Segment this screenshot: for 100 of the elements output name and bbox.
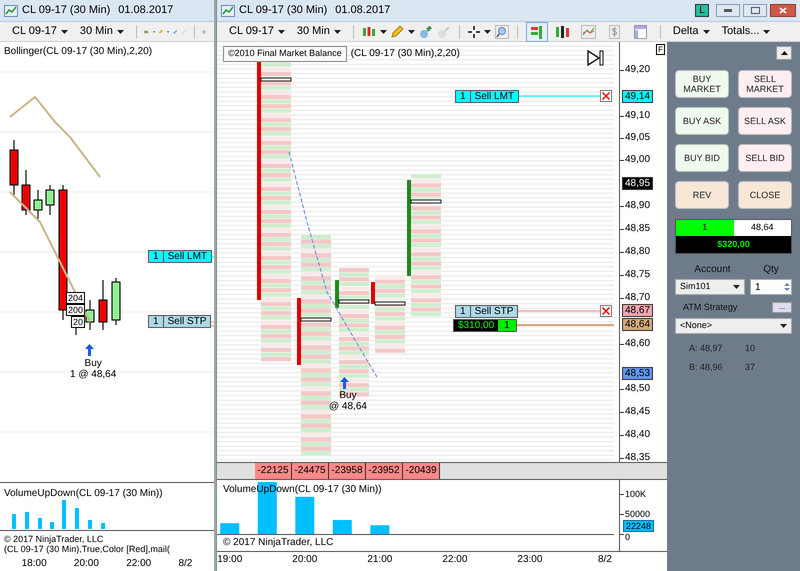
spinner-arrows-icon xyxy=(783,281,791,293)
up-arrow-icon xyxy=(340,377,349,389)
quote-size: 10 xyxy=(745,342,756,354)
cancel-order-icon[interactable] xyxy=(600,305,612,317)
qty-spinner[interactable]: 1 xyxy=(750,279,792,295)
caret-icon xyxy=(780,324,787,328)
order-marker[interactable]: 1 Sell STP xyxy=(148,315,212,328)
volume-axis-label: 100K xyxy=(625,489,646,499)
order-button[interactable]: SELL BID xyxy=(738,144,792,172)
price-label: 49,05 xyxy=(625,132,650,143)
order-button[interactable]: REV xyxy=(675,181,729,209)
time-label: 22:00 xyxy=(126,557,152,571)
volume-label: 200 xyxy=(66,304,86,316)
order-quantity: 1 xyxy=(456,91,471,102)
indicator-label: VolumeUpDown(CL 09-17 (30 Min)) xyxy=(4,487,163,501)
order-marker[interactable]: 1 Sell STP xyxy=(455,305,518,318)
volume-bar xyxy=(75,508,79,529)
up-triangle-icon xyxy=(780,51,788,55)
window-date: 01.08.2017 xyxy=(118,3,174,18)
period-dropdown[interactable]: 30 Min xyxy=(292,23,345,40)
price-label: 48,60 xyxy=(625,338,650,349)
magnifier-icon[interactable] xyxy=(494,24,509,38)
maximize-button[interactable] xyxy=(743,4,767,17)
up-arrow-icon xyxy=(85,344,94,356)
price-marker: 48,64 xyxy=(622,318,654,331)
order-button[interactable]: BUY ASK xyxy=(675,107,729,135)
caret-icon xyxy=(116,30,124,34)
period-dropdown[interactable]: 30 Min xyxy=(76,23,128,40)
candle xyxy=(46,184,54,216)
order-label: Sell LMT xyxy=(166,251,208,262)
order-quantity: 1 xyxy=(456,306,471,317)
candles-icon[interactable] xyxy=(362,26,376,38)
volume-bar xyxy=(101,523,105,529)
pencil-icon[interactable] xyxy=(390,25,404,38)
instrument-dropdown[interactable]: CL 09-17 xyxy=(8,23,72,40)
close-button[interactable] xyxy=(770,4,796,17)
status-badge: L xyxy=(695,4,709,17)
order-marker[interactable]: 1 Sell LMT xyxy=(148,250,212,263)
delta-cell: -22125 xyxy=(255,463,292,479)
window-title: CL 09-17 (30 Min) xyxy=(22,3,110,18)
atm-strategy-select[interactable]: <None> xyxy=(675,318,792,334)
indicator-label: Bollinger(CL 09-17 (30 Min),2,20) xyxy=(4,45,152,59)
account-select[interactable]: Sim101 xyxy=(675,279,745,295)
indicator-label: (CL 09-17 (30 Min),True,Color [Red],mail( xyxy=(4,544,171,554)
volume-bar xyxy=(332,520,352,534)
collapse-button[interactable] xyxy=(776,46,792,60)
order-button[interactable]: BUY BID xyxy=(675,144,729,172)
caret-icon xyxy=(733,285,740,289)
zoom-icon[interactable] xyxy=(418,24,433,38)
cancel-order-icon[interactable] xyxy=(600,90,612,102)
time-label: 20:00 xyxy=(74,557,99,571)
order-button[interactable]: CLOSE xyxy=(738,181,792,209)
price-marker: 48,67 xyxy=(622,304,654,317)
instrument-dropdown[interactable]: CL 09-17 xyxy=(225,23,289,40)
price-marker: 49,14 xyxy=(622,90,654,103)
volume-axis-label: 50000 xyxy=(625,509,650,519)
volume-bar xyxy=(220,523,240,534)
order-marker[interactable]: 1 Sell LMT xyxy=(455,90,520,103)
candle xyxy=(34,190,42,220)
volume-bar xyxy=(38,518,42,529)
f-toggle[interactable]: F xyxy=(656,44,665,55)
skip-forward-icon[interactable] xyxy=(587,50,605,66)
price-label: 48,80 xyxy=(625,246,650,257)
order-label: Sell LMT xyxy=(474,91,516,102)
volume-bar xyxy=(370,525,390,534)
volume-marker: 22248 xyxy=(623,520,654,532)
copyright-text: © 2017 NinjaTrader, LLC xyxy=(223,537,334,548)
fill-price: 1 @ 48,64 xyxy=(70,369,116,380)
order-button[interactable]: BUY MARKET xyxy=(675,70,729,98)
time-label: 18:00 xyxy=(22,557,47,571)
price-label: 48,45 xyxy=(625,406,650,417)
crosshair-icon[interactable] xyxy=(468,26,480,38)
order-label: Sell STP xyxy=(474,306,514,317)
time-label: 19:00 xyxy=(217,554,242,566)
minimize-button[interactable] xyxy=(716,4,740,17)
time-label: 21:00 xyxy=(367,554,392,566)
caret-icon xyxy=(334,30,341,34)
order-button[interactable]: SELL MARKET xyxy=(738,70,792,98)
qty-label: Qty xyxy=(762,263,780,277)
volume-label: 204 xyxy=(66,292,86,304)
order-button[interactable]: SELL ASK xyxy=(738,107,792,135)
footprint-tool-icon[interactable] xyxy=(526,22,548,42)
price-marker: 48,53 xyxy=(622,367,654,380)
caret-icon xyxy=(484,30,491,34)
candle xyxy=(22,170,30,216)
caret-icon xyxy=(380,30,387,34)
delta-dropdown[interactable]: Delta xyxy=(668,23,714,40)
candle xyxy=(98,280,108,330)
caret-icon xyxy=(408,30,415,34)
price-label: 48,50 xyxy=(625,383,650,394)
window-date: 01.08.2017 xyxy=(335,3,390,18)
delta-cell: -24475 xyxy=(292,463,329,479)
close-icon xyxy=(779,7,787,14)
totals-dropdown[interactable]: Totals... xyxy=(718,23,774,40)
price-label: 48,75 xyxy=(625,269,650,280)
candle xyxy=(112,278,120,326)
volume-bar xyxy=(295,496,314,534)
price-label: 48,40 xyxy=(625,429,650,440)
position-pnl: $310,00 xyxy=(457,320,496,331)
window-title: CL 09-17 (30 Min) xyxy=(239,3,328,18)
